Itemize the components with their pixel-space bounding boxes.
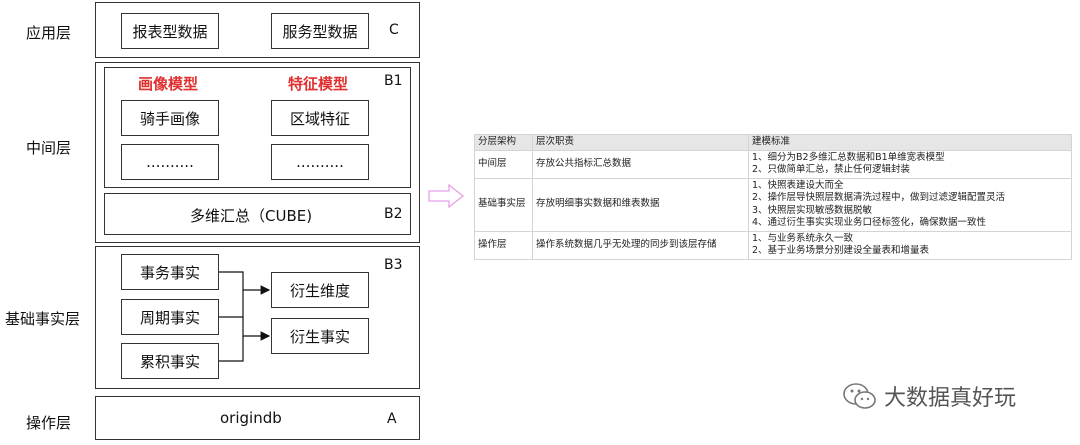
row-standards: 1、细分为B2多维汇总数据和B1单维宽表模型 2、只做简单汇总，禁止任何逻辑封装 [748,149,1072,179]
hollow-right-arrow-icon [428,183,465,209]
standard-line: 1、与业务系统永久一致 [752,232,854,244]
header-layer: 分层架构 [474,134,533,151]
standard-line: 2、操作层导快照层数据清洗过程中，做到过滤逻辑配置灵活 [752,192,1006,203]
table-row: 操作层 操作系统数据几乎无处理的同步到该层存储 1、与业务系统永久一致 2、基于… [474,230,1072,260]
origindb-text: origindb [220,409,282,427]
table-row: 基础事实层 存放明细事实数据和维表数据 1、快照表建设大而全 2、操作层导快照层… [474,177,1072,232]
watermark-text: 大数据真好玩 [884,386,1017,411]
standard-line: 4、通过衍生事实实现业务口径标签化，确保数据一致性 [752,217,987,228]
row-standards: 1、与业务系统永久一致 2、基于业务场景分别建设全量表和增量表 [748,230,1072,260]
header-duty: 层次职责 [532,134,749,151]
table-row: 中间层 存放公共指标汇总数据 1、细分为B2多维汇总数据和B1单维宽表模型 2、… [474,149,1072,179]
standard-line: 2、只做简单汇总，禁止任何逻辑封装 [752,164,911,175]
row-layer: 操作层 [474,230,533,260]
watermark: 大数据真好玩 [842,380,1016,412]
row-layer: 基础事实层 [474,177,533,232]
standard-line: 1、快照表建设大而全 [752,179,844,191]
row-layer: 中间层 [474,149,533,179]
standard-line: 1、细分为B2多维汇总数据和B1单维宽表模型 [752,151,945,163]
row-standards: 1、快照表建设大而全 2、操作层导快照层数据清洗过程中，做到过滤逻辑配置灵活 3… [748,177,1072,232]
op-layer-tag: A [387,411,397,427]
modeling-standards-table: 分层架构 层次职责 建模标准 中间层 存放公共指标汇总数据 1、细分为B2多维汇… [474,134,1072,260]
header-standard: 建模标准 [748,134,1072,151]
row-duty: 存放公共指标汇总数据 [532,149,749,179]
standard-line: 3、快照层实现敏感数据脱敏 [752,204,873,216]
row-duty: 操作系统数据几乎无处理的同步到该层存储 [532,230,749,260]
wechat-icon [843,383,876,409]
op-layer-label: 操作层 [26,414,72,432]
standard-line: 2、基于业务场景分别建设全量表和增量表 [752,245,930,256]
row-duty: 存放明细事实数据和维表数据 [532,177,749,232]
table-header-row: 分层架构 层次职责 建模标准 [474,134,1072,151]
